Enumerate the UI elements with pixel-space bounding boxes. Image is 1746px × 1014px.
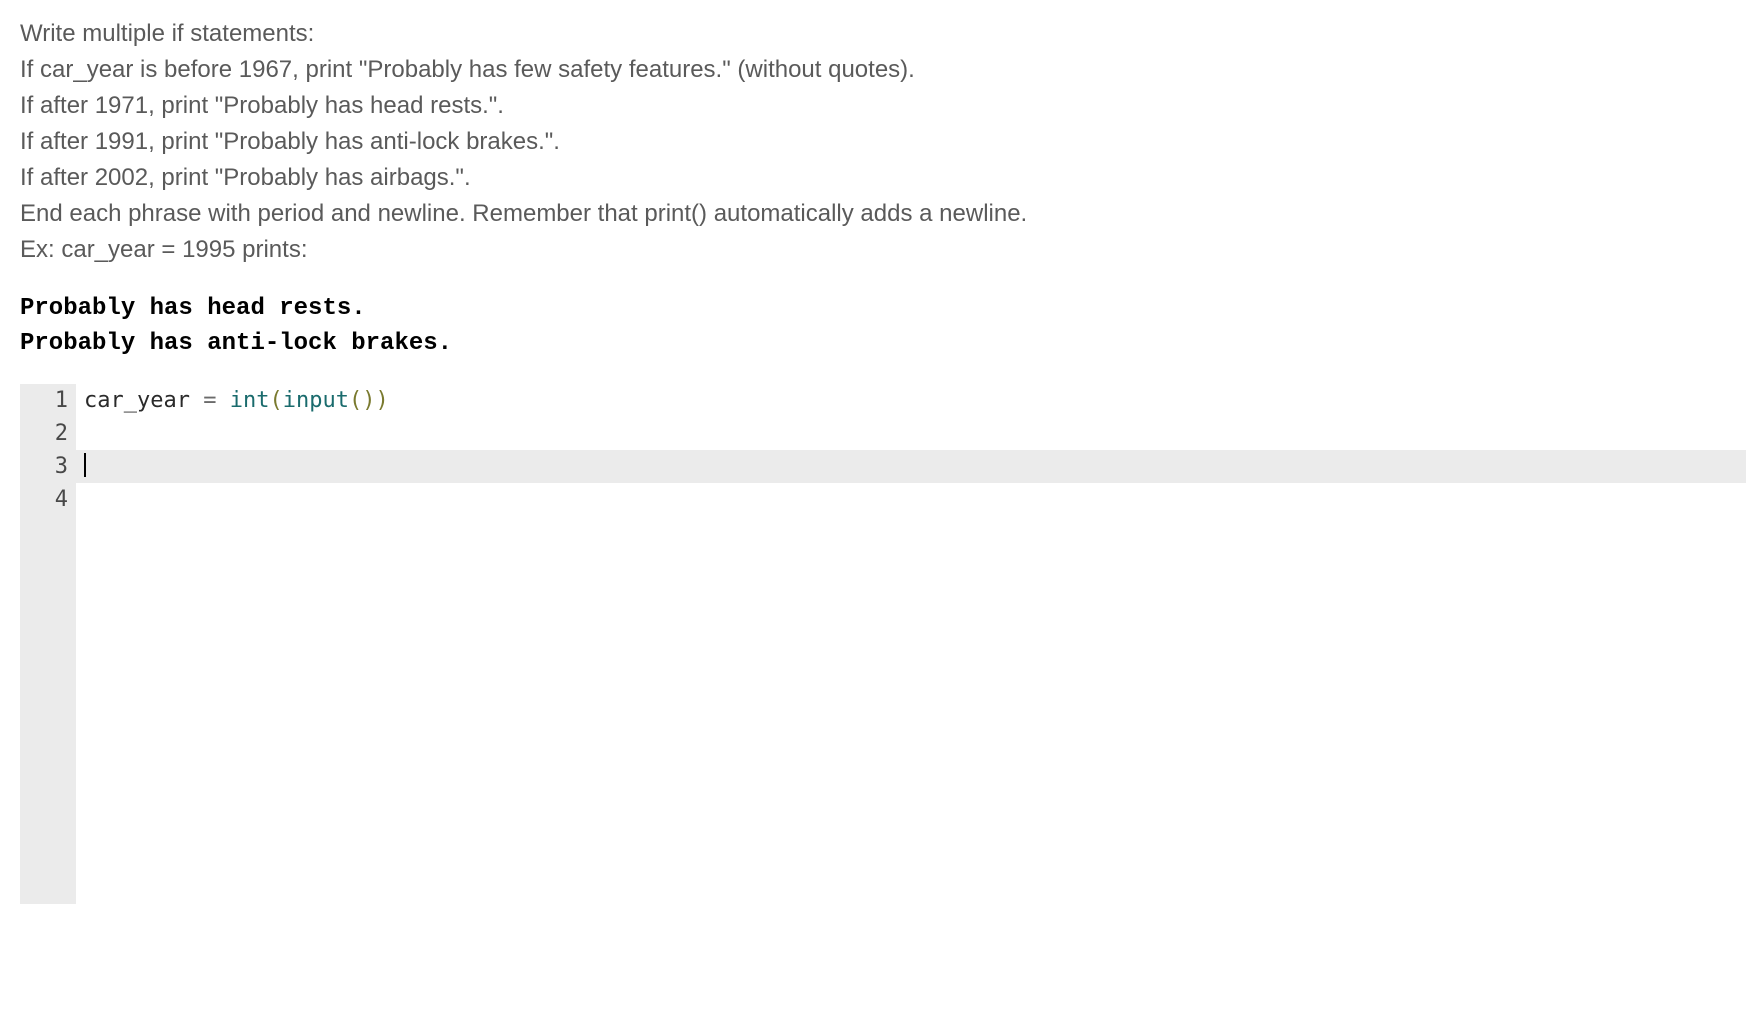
line-number: 1 <box>34 384 68 417</box>
token-paren: ( <box>269 388 282 413</box>
token-paren: ( <box>349 388 362 413</box>
example-output: Probably has head rests. Probably has an… <box>20 292 1746 362</box>
problem-line: If after 2002, print "Probably has airba… <box>20 160 1746 196</box>
problem-line: Write multiple if statements: <box>20 16 1746 52</box>
problem-line: Ex: car_year = 1995 prints: <box>20 232 1746 268</box>
text-cursor <box>84 453 86 477</box>
code-line-2[interactable] <box>76 417 1746 450</box>
token-paren: ) <box>375 388 388 413</box>
token-identifier: car_year <box>84 388 190 413</box>
problem-line: If after 1991, print "Probably has anti-… <box>20 124 1746 160</box>
code-editor[interactable]: 1 2 3 4 car_year = int(input()) <box>20 384 1746 904</box>
token-builtin: int <box>230 388 270 413</box>
example-output-line: Probably has head rests. <box>20 292 1746 327</box>
problem-line: If after 1971, print "Probably has head … <box>20 88 1746 124</box>
line-number-gutter: 1 2 3 4 <box>20 384 76 904</box>
code-line-4[interactable] <box>76 483 1746 516</box>
problem-line: End each phrase with period and newline.… <box>20 196 1746 232</box>
line-number: 4 <box>34 483 68 516</box>
token-builtin: input <box>283 388 349 413</box>
token-paren: ) <box>362 388 375 413</box>
problem-description: Write multiple if statements: If car_yea… <box>20 16 1746 268</box>
code-line-1[interactable]: car_year = int(input()) <box>76 384 1746 417</box>
line-number: 3 <box>34 450 68 483</box>
code-area[interactable]: car_year = int(input()) <box>76 384 1746 904</box>
example-output-line: Probably has anti-lock brakes. <box>20 327 1746 362</box>
line-number: 2 <box>34 417 68 450</box>
problem-line: If car_year is before 1967, print "Proba… <box>20 52 1746 88</box>
token-operator: = <box>203 388 216 413</box>
code-line-3[interactable] <box>76 450 1746 483</box>
